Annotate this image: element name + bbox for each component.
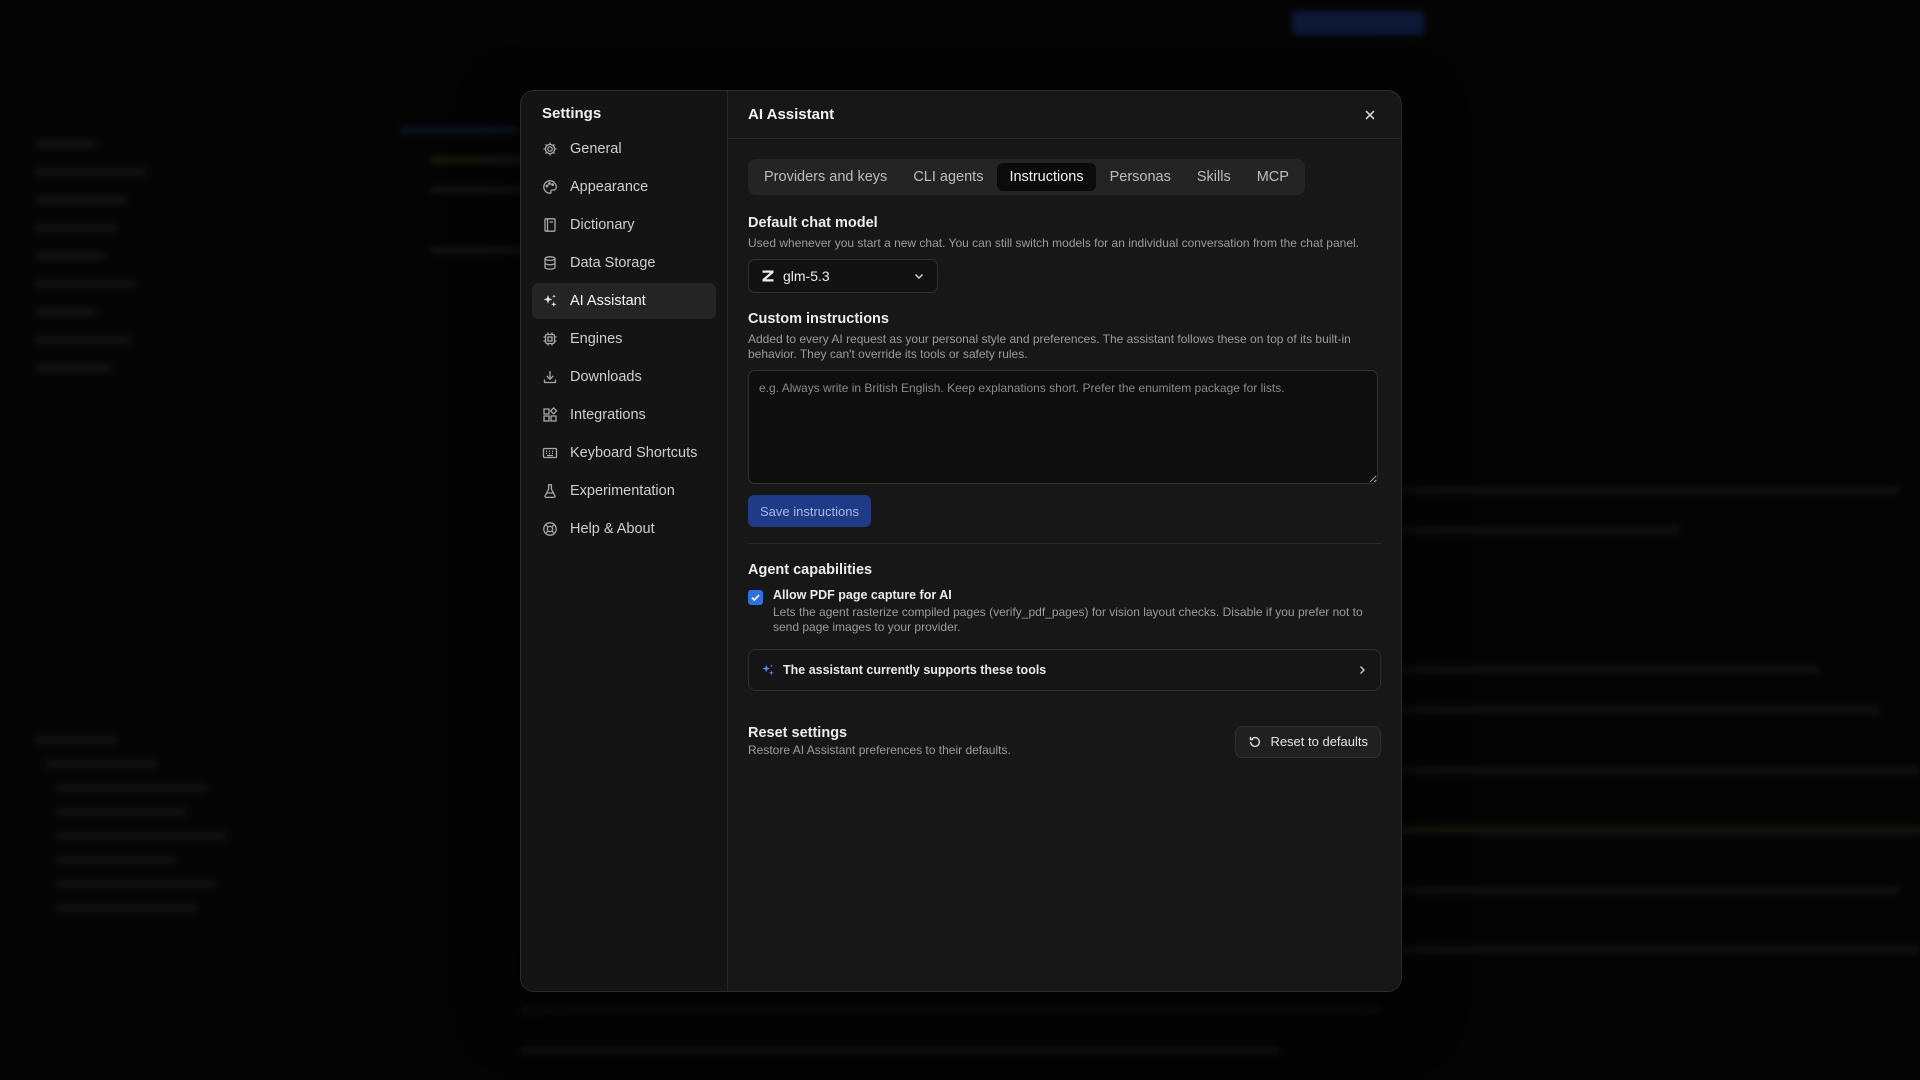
lifebuoy-icon	[542, 521, 558, 537]
checkmark-icon	[751, 594, 760, 602]
panel-title: AI Assistant	[748, 106, 835, 123]
nav-label: Downloads	[570, 369, 642, 385]
close-icon	[1365, 110, 1375, 119]
nav-label: Appearance	[570, 179, 649, 195]
custom-instructions-description: Added to every AI request as your person…	[748, 332, 1351, 361]
reset-icon	[1250, 736, 1261, 747]
pdf-capture-text: Allow PDF page capture for AI Lets the a…	[773, 588, 1373, 635]
palette-icon	[542, 179, 558, 195]
keyboard-icon	[542, 445, 558, 461]
supported-tools-row[interactable]: The assistant currently supports these t…	[748, 649, 1381, 691]
nav-label: General	[570, 141, 622, 157]
sparkles-icon	[542, 293, 558, 309]
custom-instructions-section: Custom instructions Added to every AI re…	[748, 311, 1381, 527]
supported-tools-label: The assistant currently supports these t…	[783, 663, 1047, 677]
nav-label: Engines	[570, 331, 623, 347]
tab-cli-agents[interactable]: CLI agents	[901, 163, 995, 191]
tab-personas[interactable]: Personas	[1098, 163, 1183, 191]
database-icon	[542, 255, 558, 271]
tab-skills[interactable]: Skills	[1185, 163, 1243, 191]
nav-item-appearance[interactable]: Appearance	[532, 169, 716, 205]
custom-instructions-input[interactable]	[748, 370, 1378, 484]
flask-icon	[542, 483, 558, 499]
nav-item-engines[interactable]: Engines	[532, 321, 716, 357]
nav-label: Keyboard Shortcuts	[570, 445, 698, 461]
nav-label: AI Assistant	[570, 293, 646, 309]
nav-item-experimentation[interactable]: Experimentation	[532, 473, 716, 509]
nav-label: Dictionary	[570, 217, 635, 233]
tab-instructions[interactable]: Instructions	[997, 163, 1096, 191]
book-icon	[542, 217, 558, 233]
nav-item-dictionary[interactable]: Dictionary	[532, 207, 716, 243]
pdf-capture-option: Allow PDF page capture for AI Lets the a…	[748, 588, 1381, 635]
pdf-capture-label: Allow PDF page capture for AI	[773, 588, 952, 602]
reset-section: Reset settings Restore AI Assistant pref…	[748, 725, 1381, 758]
nav-item-ai-assistant[interactable]: AI Assistant	[532, 283, 716, 319]
download-icon	[542, 369, 558, 385]
settings-title: Settings	[542, 105, 602, 122]
close-button[interactable]	[1359, 104, 1381, 126]
nav-item-help-about[interactable]: Help & About	[532, 511, 716, 547]
reset-title: Reset settings	[748, 725, 848, 741]
section-divider	[748, 543, 1381, 544]
pdf-capture-description: Lets the agent rasterize compiled pages …	[773, 605, 1363, 634]
ai-tabs: Providers and keys CLI agents Instructio…	[748, 159, 1305, 195]
reset-button-label: Reset to defaults	[1270, 734, 1368, 749]
nav-item-downloads[interactable]: Downloads	[532, 359, 716, 395]
reset-text: Reset settings Restore AI Assistant pref…	[748, 725, 1011, 758]
settings-content: AI Assistant Providers and keys CLI agen…	[728, 91, 1401, 991]
nav-label: Experimentation	[570, 483, 675, 499]
model-select[interactable]: glm-5.3	[748, 259, 938, 293]
nav-item-general[interactable]: General	[532, 131, 716, 167]
content-body: Providers and keys CLI agents Instructio…	[728, 139, 1401, 758]
default-model-section: Default chat model Used whenever you sta…	[748, 215, 1381, 293]
sparkles-icon	[762, 664, 774, 676]
cpu-icon	[542, 331, 558, 347]
agent-capabilities-section: Agent capabilities Allow PDF page captur…	[748, 562, 1381, 691]
nav-item-integrations[interactable]: Integrations	[532, 397, 716, 433]
settings-nav-list: General Appearance Dictionary Data Stora…	[532, 131, 716, 547]
nav-item-keyboard-shortcuts[interactable]: Keyboard Shortcuts	[532, 435, 716, 471]
reset-to-defaults-button[interactable]: Reset to defaults	[1235, 725, 1381, 758]
chevron-down-icon	[914, 273, 924, 280]
nav-label: Integrations	[570, 407, 646, 423]
reset-description: Restore AI Assistant preferences to thei…	[748, 743, 1011, 757]
model-select-value: glm-5.3	[783, 268, 830, 284]
gear-icon	[542, 141, 558, 157]
tab-mcp[interactable]: MCP	[1245, 163, 1301, 191]
pdf-capture-checkbox[interactable]	[748, 590, 763, 605]
nav-item-data-storage[interactable]: Data Storage	[532, 245, 716, 281]
default-model-description: Used whenever you start a new chat. You …	[748, 236, 1359, 250]
settings-nav: Settings General Appearance Dictionary D…	[521, 91, 728, 991]
settings-dialog: Settings General Appearance Dictionary D…	[520, 90, 1402, 992]
default-model-title: Default chat model	[748, 215, 878, 231]
custom-instructions-title: Custom instructions	[748, 311, 889, 327]
chevron-right-icon	[1359, 665, 1366, 675]
save-instructions-button[interactable]: Save instructions	[748, 495, 871, 527]
content-header: AI Assistant	[728, 91, 1401, 139]
zhipu-logo-icon	[762, 270, 774, 282]
agent-capabilities-title: Agent capabilities	[748, 562, 873, 578]
nav-label: Help & About	[570, 521, 655, 537]
tab-providers-and-keys[interactable]: Providers and keys	[752, 163, 899, 191]
puzzle-icon	[542, 407, 558, 423]
nav-label: Data Storage	[570, 255, 656, 271]
